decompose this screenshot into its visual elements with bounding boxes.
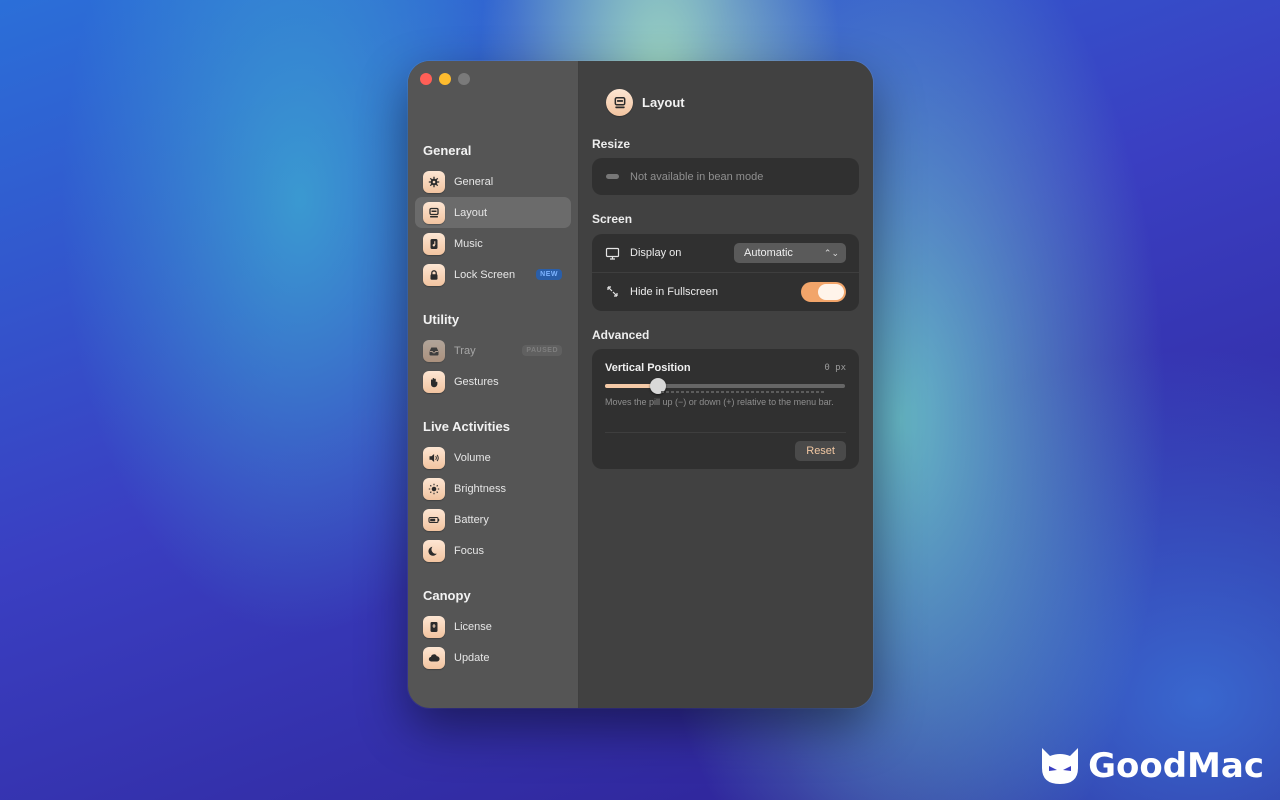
- page-header: Layout: [606, 89, 685, 116]
- screen-group-title: Screen: [592, 212, 633, 226]
- sidebar-item-label: General: [454, 175, 494, 188]
- sidebar-item-music[interactable]: Music: [415, 228, 571, 259]
- goodmac-logo-icon: [1042, 748, 1079, 784]
- close-button[interactable]: [420, 73, 432, 85]
- sidebar-item-label: Lock Screen: [454, 268, 516, 281]
- sidebar-item-layout[interactable]: Layout: [415, 197, 571, 228]
- advanced-card: Vertical Position 0 px Moves the pill up…: [592, 349, 859, 469]
- sidebar-item-update[interactable]: Update: [415, 642, 571, 673]
- lock-icon: [423, 263, 445, 286]
- tray-icon: [423, 339, 445, 362]
- sidebar-item-label: Focus: [454, 544, 484, 557]
- hide-fullscreen-toggle[interactable]: [801, 282, 846, 302]
- bean-icon: [606, 174, 619, 179]
- hand-icon: [423, 370, 445, 393]
- hide-fullscreen-label: Hide in Fullscreen: [630, 285, 719, 298]
- new-badge: NEW: [536, 269, 562, 280]
- resize-card: Not available in bean mode: [592, 158, 859, 195]
- display-select[interactable]: Automatic ⌃⌄: [734, 243, 846, 263]
- section-title-general: General: [423, 143, 472, 158]
- sidebar-item-gestures[interactable]: Gestures: [415, 366, 571, 397]
- slider-ticks: [661, 391, 825, 393]
- sidebar-item-battery[interactable]: Battery: [415, 504, 571, 535]
- sidebar-item-license[interactable]: License: [415, 611, 571, 642]
- sidebar-nav: General General Layout Music Lock Screen…: [408, 141, 578, 673]
- sidebar-item-volume[interactable]: Volume: [415, 442, 571, 473]
- display-select-value: Automatic: [744, 247, 793, 259]
- display-on-row: Display on Automatic ⌃⌄: [592, 234, 859, 272]
- music-icon: [423, 232, 445, 255]
- speaker-icon: [423, 446, 445, 469]
- license-icon: [423, 615, 445, 638]
- sidebar: General General Layout Music Lock Screen…: [408, 61, 579, 708]
- vertical-position-label: Vertical Position: [605, 362, 691, 374]
- content-pane: Layout Resize Not available in bean mode…: [579, 61, 873, 708]
- minimize-button[interactable]: [439, 73, 451, 85]
- sidebar-item-label: Brightness: [454, 482, 506, 495]
- sidebar-item-lock-screen[interactable]: Lock Screen NEW: [415, 259, 571, 290]
- goodmac-watermark: GoodMac: [1038, 746, 1264, 786]
- divider: [605, 432, 846, 433]
- sidebar-item-label: Gestures: [454, 375, 499, 388]
- vertical-position-value: 0 px: [824, 363, 846, 373]
- section-title-live-activities: Live Activities: [423, 419, 510, 434]
- sidebar-item-label: Music: [454, 237, 483, 250]
- arrows-expand-icon: [607, 286, 618, 297]
- moon-icon: [423, 539, 445, 562]
- reset-button[interactable]: Reset: [795, 441, 846, 461]
- sidebar-item-label: Tray: [454, 344, 476, 357]
- sidebar-item-label: Battery: [454, 513, 489, 526]
- monitor-icon: [605, 247, 620, 260]
- paused-badge: PAUSED: [522, 345, 562, 356]
- resize-row: Not available in bean mode: [592, 158, 859, 195]
- hide-fullscreen-row: Hide in Fullscreen: [592, 272, 859, 310]
- sidebar-item-label: Update: [454, 651, 490, 664]
- gear-icon: [423, 170, 445, 193]
- vertical-position-description: Moves the pill up (−) or down (+) relati…: [605, 397, 834, 407]
- sidebar-item-general[interactable]: General: [415, 166, 571, 197]
- sidebar-item-label: Volume: [454, 451, 491, 464]
- layout-icon: [606, 89, 633, 116]
- sidebar-item-label: License: [454, 620, 492, 633]
- updown-chevron-icon: ⌃⌄: [823, 248, 839, 258]
- sidebar-item-tray[interactable]: Tray PAUSED: [415, 335, 571, 366]
- advanced-group-title: Advanced: [592, 328, 650, 342]
- vertical-position-slider[interactable]: [605, 378, 845, 394]
- sidebar-item-brightness[interactable]: Brightness: [415, 473, 571, 504]
- section-title-utility: Utility: [423, 312, 460, 327]
- display-on-label: Display on: [630, 247, 682, 259]
- sun-icon: [423, 477, 445, 500]
- watermark-text: GoodMac: [1088, 746, 1264, 786]
- window-controls: [420, 73, 470, 85]
- screen-card: Display on Automatic ⌃⌄ Hide in Fullscre…: [592, 234, 859, 311]
- sidebar-item-label: Layout: [454, 206, 488, 219]
- settings-window: General General Layout Music Lock Screen…: [408, 61, 873, 708]
- sidebar-item-focus[interactable]: Focus: [415, 535, 571, 566]
- layout-icon: [423, 201, 445, 224]
- cloud-icon: [423, 646, 445, 669]
- battery-icon: [423, 508, 445, 531]
- section-title-canopy: Canopy: [423, 588, 471, 603]
- resize-group-title: Resize: [592, 137, 631, 151]
- toggle-knob: [818, 284, 844, 300]
- zoom-button[interactable]: [458, 73, 470, 85]
- resize-unavailable-text: Not available in bean mode: [630, 170, 764, 183]
- page-title: Layout: [642, 95, 685, 110]
